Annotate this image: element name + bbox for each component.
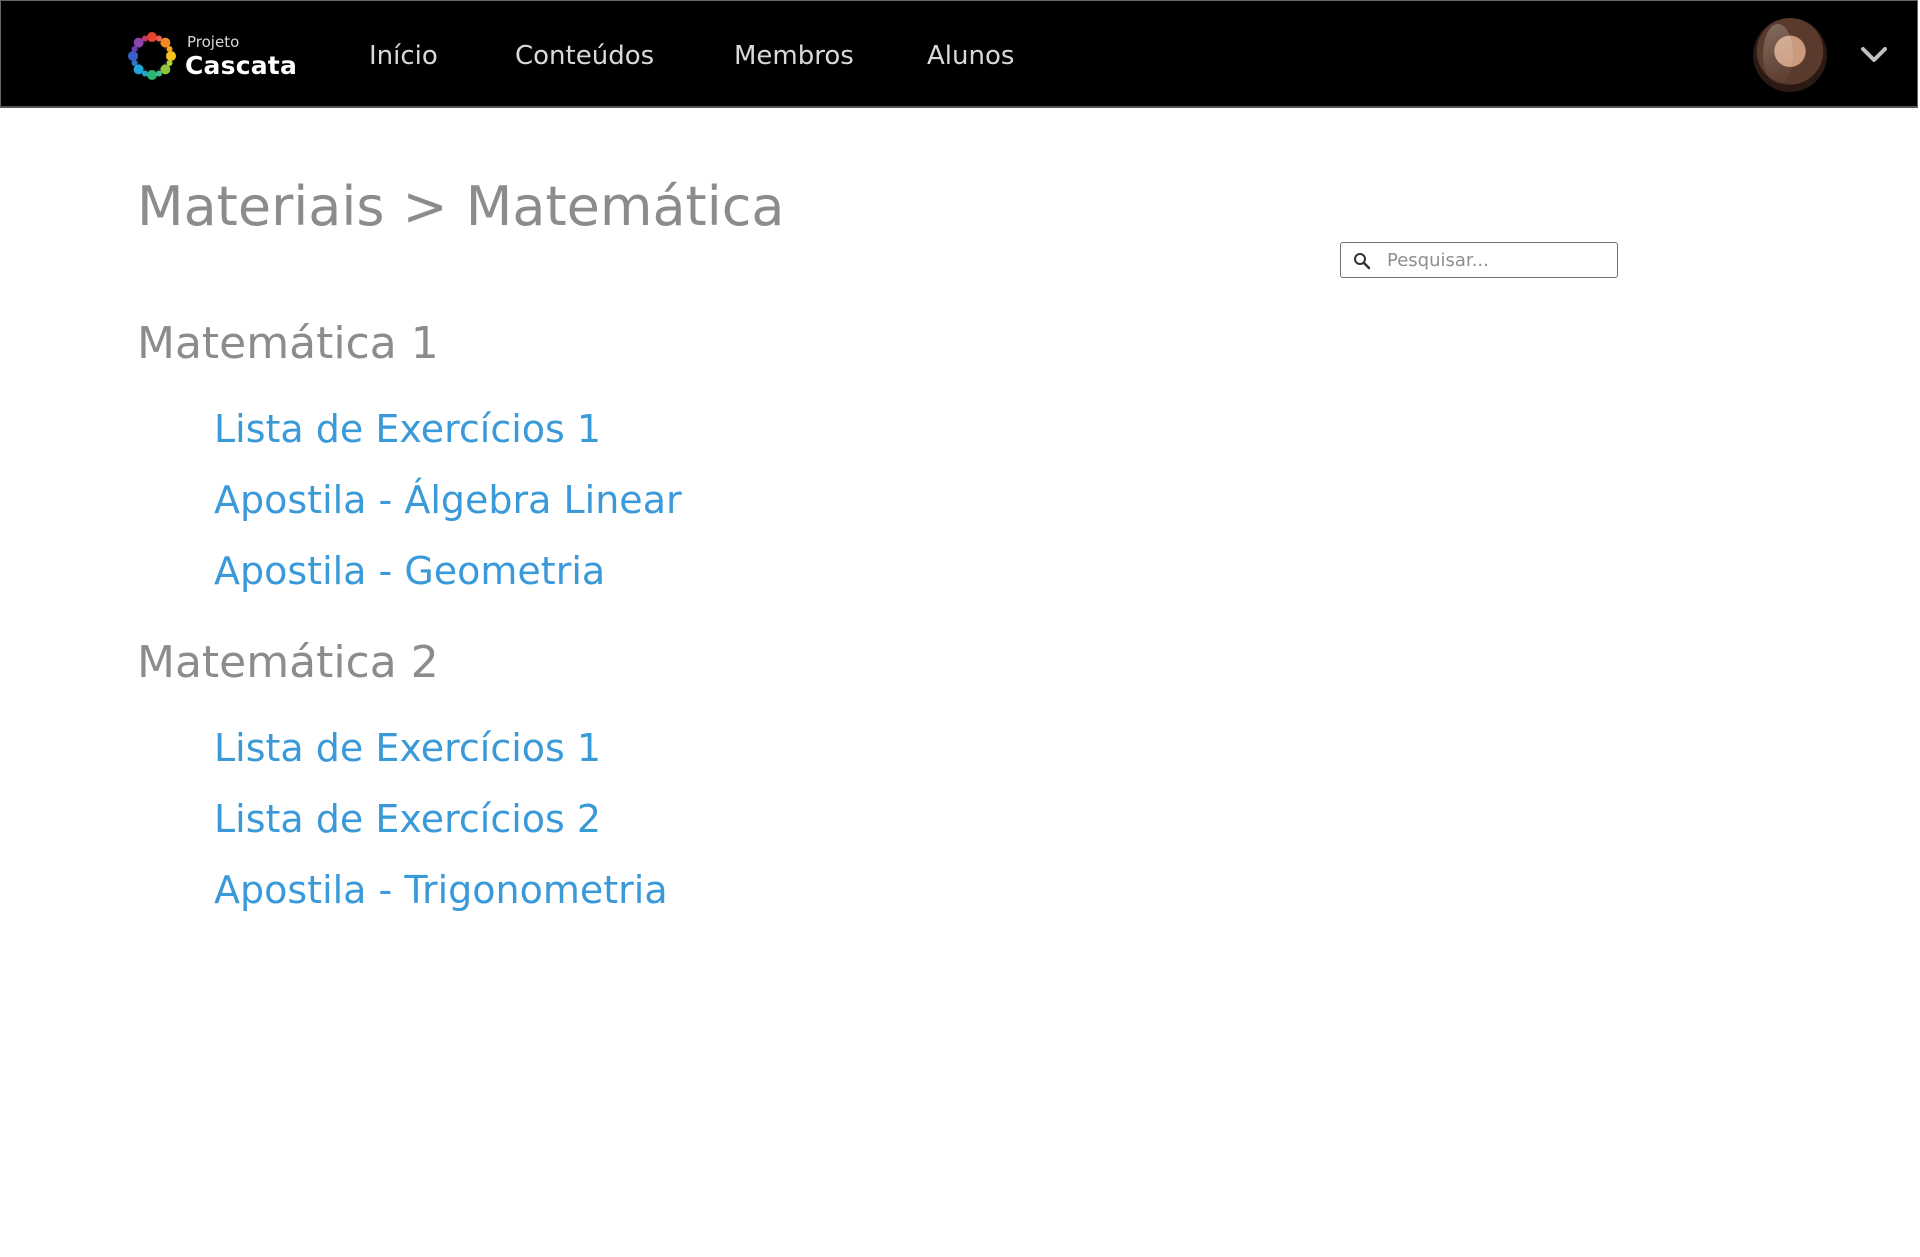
avatar-highlight: [1763, 24, 1793, 84]
nav-item-membros[interactable]: Membros: [734, 39, 854, 73]
search-input[interactable]: [1387, 247, 1607, 273]
breadcrumb: Materiais > Matemática: [137, 172, 785, 242]
section-title-matematica-2: Matemática 2: [137, 637, 439, 688]
breadcrumb-separator: >: [402, 175, 448, 238]
search-box: [1340, 242, 1618, 278]
material-link[interactable]: Lista de Exercícios 2: [214, 794, 601, 844]
chevron-down-icon[interactable]: [1859, 43, 1889, 67]
breadcrumb-root[interactable]: Materiais: [137, 175, 385, 238]
logo-text: Projeto Cascata: [185, 32, 298, 80]
search-icon: [1354, 253, 1371, 270]
user-avatar[interactable]: [1753, 18, 1827, 92]
section-title-matematica-1: Matemática 1: [137, 318, 439, 369]
material-link[interactable]: Lista de Exercícios 1: [214, 404, 601, 454]
top-navigation-bar: Projeto Cascata Início Conteúdos Membros…: [0, 0, 1918, 108]
logo[interactable]: Projeto Cascata: [125, 27, 297, 85]
material-link[interactable]: Apostila - Trigonometria: [214, 865, 668, 915]
material-link[interactable]: Lista de Exercícios 1: [214, 723, 601, 773]
nav-item-conteudos[interactable]: Conteúdos: [515, 39, 654, 73]
breadcrumb-current: Matemática: [465, 175, 785, 238]
logo-big-text: Cascata: [185, 50, 298, 80]
material-link[interactable]: Apostila - Geometria: [214, 546, 605, 596]
nav-item-inicio[interactable]: Início: [369, 39, 438, 73]
nav-item-alunos[interactable]: Alunos: [927, 39, 1014, 73]
logo-icon: [128, 32, 176, 80]
material-link[interactable]: Apostila - Álgebra Linear: [214, 475, 682, 525]
logo-small-text: Projeto: [187, 32, 240, 51]
